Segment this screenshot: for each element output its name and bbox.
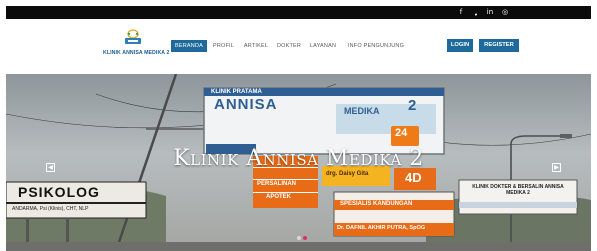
site-header: KLINIK ANNISA MEDIKA 2 BERANDA PROFIL AR… [6, 19, 591, 74]
nav-profil[interactable]: PROFIL [211, 40, 236, 52]
sign-drg: drg. Daisy Gita [326, 171, 369, 177]
sign-main-num: 2 [408, 97, 417, 114]
slider-dot-1[interactable] [297, 236, 301, 240]
sign-apotek: APOTEK [266, 194, 292, 200]
nav-layanan[interactable]: LAYANAN [308, 40, 338, 52]
sign-psikolog: PSIKOLOG [18, 184, 100, 200]
sign-psikolog-sub: ANDARMA, Psi (Klinis), CHT, NLP [12, 206, 89, 212]
site-logo[interactable]: KLINIK ANNISA MEDIKA 2 [103, 29, 170, 65]
sign-spesialis: SPESIALIS KANDUNGAN [340, 201, 413, 207]
twitter-icon[interactable]: ❟ [470, 6, 482, 19]
logo-emblem-icon [125, 29, 141, 44]
sign-dokter: Dr. DAFNIL AKHIR PUTRA, SpOG [337, 225, 426, 231]
nav-artikel[interactable]: ARTIKEL [242, 40, 270, 52]
nav-dokter[interactable]: DOKTER [276, 40, 302, 52]
sign-main-name: ANNISA [214, 96, 278, 113]
hero-slider: KLINIK PRATAMA ANNISA MEDIKA 2 24 PSIKOL… [6, 74, 591, 251]
login-button[interactable]: LOGIN [447, 39, 473, 52]
sign-main-top: KLINIK PRATAMA [211, 89, 262, 95]
hero-title: Klinik Annisa Medika 2 [173, 146, 424, 171]
sign-24: 24 [395, 127, 408, 139]
sign-main-name2: MEDIKA [344, 106, 380, 116]
sign-right: KLINIK DOKTER & BERSALIN ANNISA MEDIKA 2 [472, 184, 564, 196]
top-bar: f ❟ in ◎ [6, 6, 591, 19]
slider-dot-2[interactable] [303, 236, 307, 240]
sign-persalinan: PERSALINAN [257, 181, 297, 187]
logo-text: KLINIK ANNISA MEDIKA 2 [103, 50, 170, 56]
slider-next-arrow[interactable]: ▶ [552, 163, 561, 172]
sign-4d: 4D [405, 170, 422, 185]
facebook-icon[interactable]: f [455, 6, 467, 19]
nav-beranda[interactable]: BERANDA [171, 40, 207, 52]
linkedin-icon[interactable]: in [484, 6, 496, 19]
nav-info-pengunjung[interactable]: INFO PENGUNJUNG [345, 40, 407, 52]
instagram-icon[interactable]: ◎ [499, 6, 511, 19]
register-button[interactable]: REGISTER [479, 39, 519, 52]
slider-prev-arrow[interactable]: ◀ [46, 163, 55, 172]
